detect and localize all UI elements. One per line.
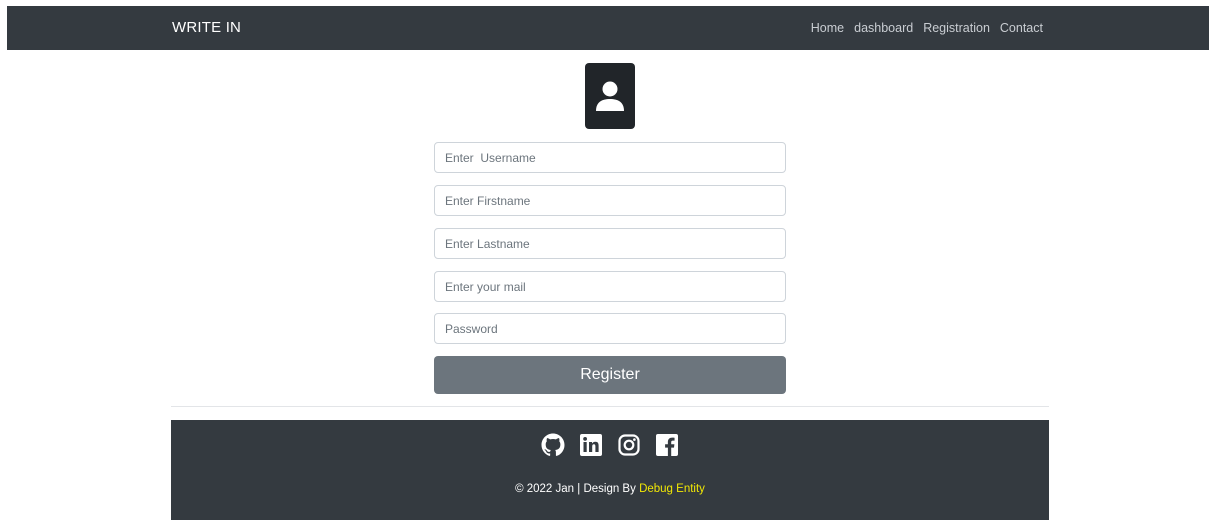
social-links xyxy=(171,433,1049,457)
nav-link-contact[interactable]: Contact xyxy=(1000,21,1043,35)
register-button[interactable]: Register xyxy=(434,356,786,394)
facebook-icon[interactable] xyxy=(655,433,679,457)
person-icon xyxy=(596,81,624,111)
credit-link[interactable]: Debug Entity xyxy=(639,483,705,495)
divider xyxy=(171,406,1049,407)
nav-link-dashboard[interactable]: dashboard xyxy=(854,21,913,35)
top-navbar: WRITE IN Home dashboard Registration Con… xyxy=(7,6,1209,50)
user-avatar xyxy=(585,63,635,129)
lastname-input[interactable] xyxy=(434,228,786,259)
nav-link-registration[interactable]: Registration xyxy=(923,21,990,35)
firstname-input[interactable] xyxy=(434,185,786,216)
registration-page: WRITE IN Home dashboard Registration Con… xyxy=(0,0,1209,520)
username-input[interactable] xyxy=(434,142,786,173)
linkedin-icon[interactable] xyxy=(579,433,603,457)
copyright-prefix: © 2022 Jan | Design By xyxy=(515,483,640,495)
nav-link-home[interactable]: Home xyxy=(811,21,844,35)
instagram-icon[interactable] xyxy=(617,433,641,457)
copyright-text: © 2022 Jan | Design By Debug Entity xyxy=(171,483,1049,495)
password-input[interactable] xyxy=(434,313,786,344)
email-input[interactable] xyxy=(434,271,786,302)
brand-logo[interactable]: WRITE IN xyxy=(172,6,241,50)
nav-links: Home dashboard Registration Contact xyxy=(811,6,1043,50)
github-icon[interactable] xyxy=(541,433,565,457)
footer: © 2022 Jan | Design By Debug Entity xyxy=(171,420,1049,520)
